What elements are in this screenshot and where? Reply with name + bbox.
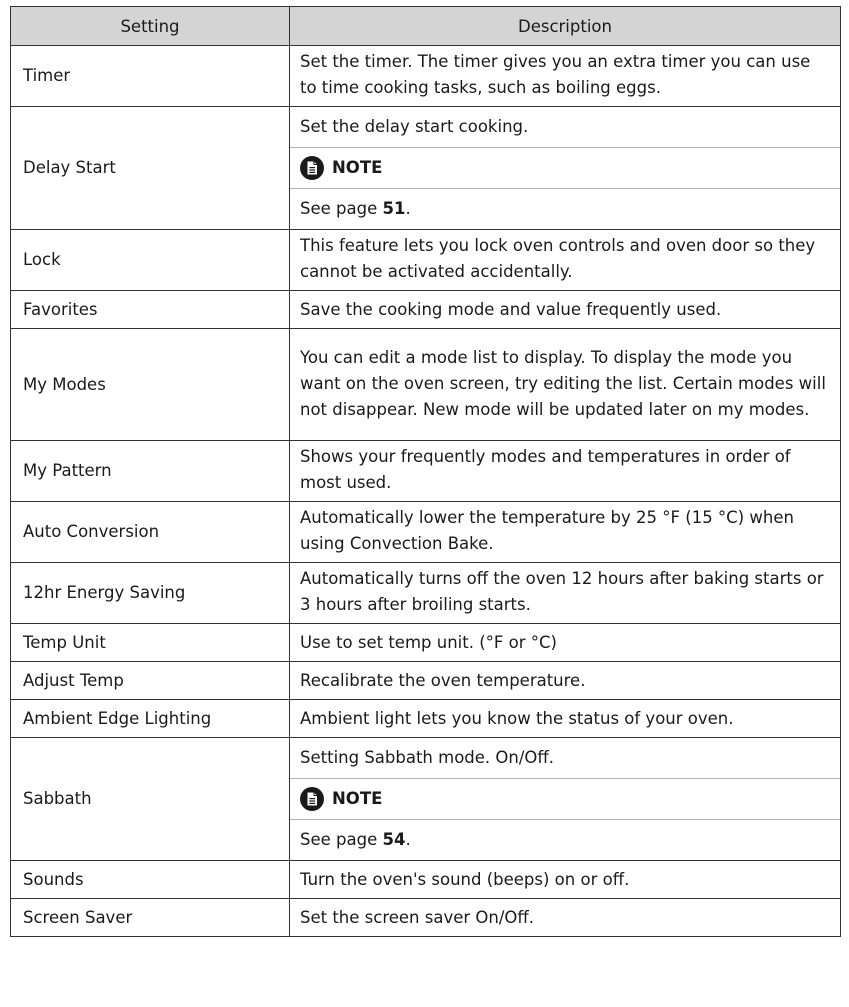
setting-description: Save the cooking mode and value frequent…	[289, 290, 841, 329]
table-row: 12hr Energy Saving Automatically turns o…	[10, 562, 841, 624]
setting-name: My Modes	[10, 328, 290, 441]
setting-name: My Pattern	[10, 440, 290, 502]
setting-name: Sabbath	[10, 737, 290, 861]
note-icon	[300, 156, 324, 180]
table-row: Adjust Temp Recalibrate the oven tempera…	[10, 661, 841, 700]
note-suffix: .	[405, 830, 411, 849]
note-icon	[300, 787, 324, 811]
header-description: Description	[289, 6, 841, 46]
setting-name: 12hr Energy Saving	[10, 562, 290, 624]
table-row: Timer Set the timer. The timer gives you…	[10, 45, 841, 107]
table-row: Favorites Save the cooking mode and valu…	[10, 290, 841, 329]
table-row: Temp Unit Use to set temp unit. (°F or °…	[10, 623, 841, 662]
header-setting: Setting	[10, 6, 290, 46]
setting-name: Sounds	[10, 860, 290, 899]
page-link[interactable]: 51	[382, 199, 405, 218]
setting-description: Use to set temp unit. (°F or °C)	[289, 623, 841, 662]
setting-name: Favorites	[10, 290, 290, 329]
setting-description: Ambient light lets you know the status o…	[289, 699, 841, 738]
table-row: Ambient Edge Lighting Ambient light lets…	[10, 699, 841, 738]
setting-name: Auto Conversion	[10, 501, 290, 563]
table-row: My Modes You can edit a mode list to dis…	[10, 328, 841, 441]
setting-description: Automatically lower the temperature by 2…	[289, 501, 841, 563]
note-suffix: .	[405, 199, 411, 218]
setting-description: Shows your frequently modes and temperat…	[289, 440, 841, 502]
setting-name: Delay Start	[10, 106, 290, 230]
setting-description: Set the timer. The timer gives you an ex…	[289, 45, 841, 107]
setting-description-cell: Setting Sabbath mode. On/Off. NOTE See p…	[289, 737, 841, 861]
table-header-row: Setting Description	[10, 6, 841, 46]
table-row: My Pattern Shows your frequently modes a…	[10, 440, 841, 502]
setting-name: Timer	[10, 45, 290, 107]
note-prefix: See page	[300, 830, 383, 849]
note-text: See page 54.	[290, 820, 840, 860]
settings-table: Setting Description Timer Set the timer.…	[10, 6, 841, 937]
setting-description: Automatically turns off the oven 12 hour…	[289, 562, 841, 624]
table-row: Screen Saver Set the screen saver On/Off…	[10, 898, 841, 937]
table-row: Auto Conversion Automatically lower the …	[10, 501, 841, 563]
setting-description: Turn the oven's sound (beeps) on or off.	[289, 860, 841, 899]
setting-name: Lock	[10, 229, 290, 291]
setting-description: You can edit a mode list to display. To …	[289, 328, 841, 441]
setting-description: Setting Sabbath mode. On/Off.	[290, 738, 840, 779]
note-label: NOTE	[332, 789, 383, 808]
note-text: See page 51.	[290, 189, 840, 229]
table-row: Delay Start Set the delay start cooking.	[10, 106, 841, 230]
setting-description: This feature lets you lock oven controls…	[289, 229, 841, 291]
note-label: NOTE	[332, 158, 383, 177]
setting-name: Ambient Edge Lighting	[10, 699, 290, 738]
setting-description-cell: Set the delay start cooking. NOTE See pa…	[289, 106, 841, 230]
setting-name: Temp Unit	[10, 623, 290, 662]
setting-name: Screen Saver	[10, 898, 290, 937]
setting-description: Set the delay start cooking.	[290, 107, 840, 148]
setting-name: Adjust Temp	[10, 661, 290, 700]
table-row: Lock This feature lets you lock oven con…	[10, 229, 841, 291]
note-heading: NOTE	[290, 148, 840, 189]
setting-description: Set the screen saver On/Off.	[289, 898, 841, 937]
setting-description: Recalibrate the oven temperature.	[289, 661, 841, 700]
note-prefix: See page	[300, 199, 383, 218]
table-row: Sounds Turn the oven's sound (beeps) on …	[10, 860, 841, 899]
table-row: Sabbath Setting Sabbath mode. On/Off. NO…	[10, 737, 841, 861]
page-link[interactable]: 54	[382, 830, 405, 849]
note-heading: NOTE	[290, 779, 840, 820]
